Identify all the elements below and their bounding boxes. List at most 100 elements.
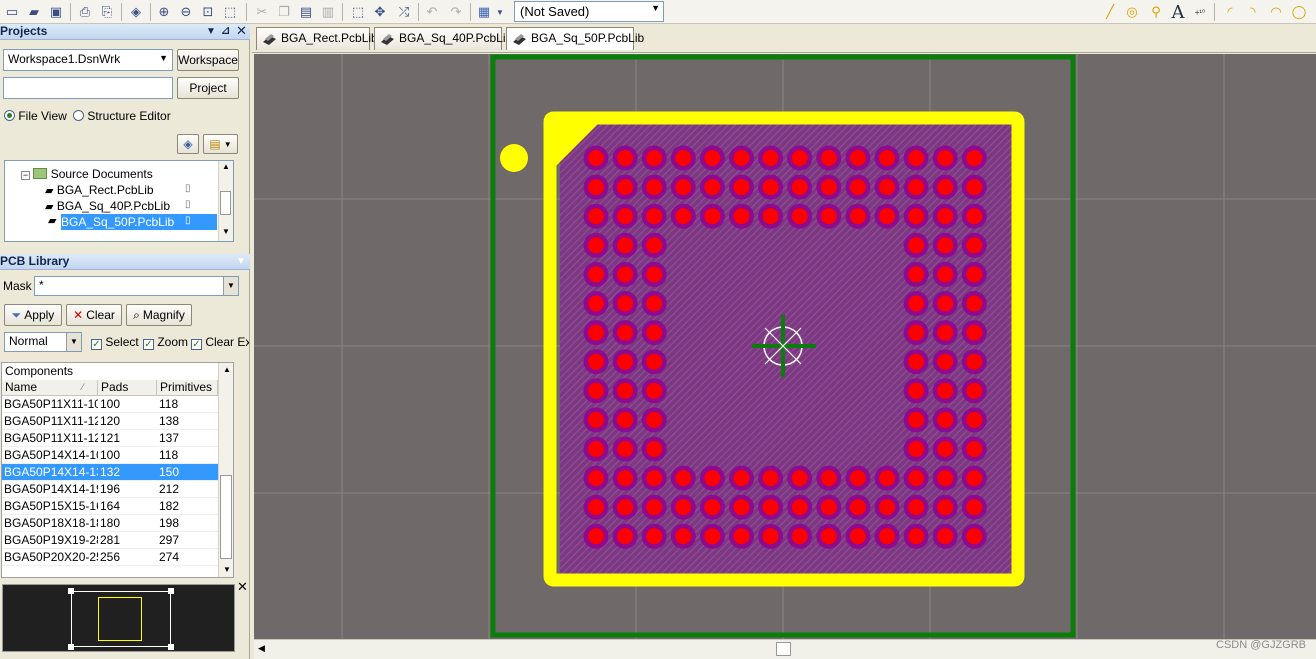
file-view-radio[interactable]: File View [4, 109, 67, 123]
zoom-out-icon[interactable]: ⊖ [176, 2, 196, 22]
panel-menu-icon[interactable]: ▼ [236, 254, 246, 269]
grid-icon[interactable]: ▦ [474, 2, 494, 22]
pads-cell: 100 [100, 448, 121, 462]
tree-file-item[interactable]: ▰ BGA_Sq_40P.PcbLib [45, 198, 195, 214]
tree-file-item[interactable]: ▰ BGA_Rect.PcbLib [45, 182, 195, 198]
pcb-editor-canvas[interactable] [254, 54, 1316, 639]
print-icon[interactable]: ⎙ [75, 2, 95, 22]
bga-pad-core [966, 528, 983, 545]
bga-pad-core [704, 528, 721, 545]
tab-bga-sq-40p[interactable]: BGA_Sq_40P.PcbLib [374, 27, 512, 50]
undo-icon[interactable]: ↶ [422, 2, 442, 22]
scroll-down-icon[interactable]: ▼ [223, 565, 231, 574]
tree-file-item-selected[interactable]: BGA_Sq_50P.PcbLib [61, 214, 217, 230]
open-folder-icon[interactable]: ▰ [24, 2, 44, 22]
close-icon[interactable]: ✕ [236, 23, 247, 38]
apply-button[interactable]: ⏷ Apply [4, 304, 62, 326]
minimap-handle[interactable] [68, 588, 74, 594]
zoom-in-icon[interactable]: ⊕ [154, 2, 174, 22]
scroll-left-icon[interactable]: ◀ [258, 643, 265, 654]
panel-menu-icon[interactable]: ▼ [206, 24, 216, 39]
component-row[interactable]: BGA50P11X11-120 120 138 [2, 413, 218, 430]
scroll-up-icon[interactable]: ▲ [222, 162, 230, 171]
component-row[interactable]: BGA50P11X11-100 100 118 [2, 396, 218, 413]
print-preview-icon[interactable]: ⎘ [97, 2, 117, 22]
bga-pad-core [820, 179, 837, 196]
arc-edge-icon[interactable]: ◝ [1243, 2, 1263, 22]
zoom-checkbox[interactable]: ✓ Zoom [143, 335, 188, 350]
configuration-dropdown[interactable]: (Not Saved) ▼ [514, 1, 664, 22]
component-row[interactable]: BGA50P15X15-164164 182 [2, 498, 218, 515]
structure-editor-radio[interactable]: Structure Editor [73, 109, 171, 123]
board-minimap[interactable] [2, 584, 235, 652]
column-header-pads[interactable]: Pads [98, 380, 157, 396]
tree-scrollbar[interactable]: ▲ ▼ [218, 161, 233, 241]
scroll-thumb[interactable] [776, 642, 791, 656]
grid-dropdown-icon[interactable]: ▼ [494, 2, 506, 22]
place-via-icon[interactable]: ⚲ [1146, 2, 1166, 22]
radio-off-icon [73, 110, 84, 121]
workspace-button[interactable]: Workspace [177, 49, 239, 71]
zoom-area-icon[interactable]: ⬚ [220, 2, 240, 22]
new-document-icon[interactable]: ▭ [2, 2, 22, 22]
full-circle-icon[interactable]: ◯ [1289, 2, 1309, 22]
deselect-icon[interactable]: ⤮ [394, 2, 414, 22]
component-row[interactable]: BGA50P19X19-281281 297 [2, 532, 218, 549]
minimap-handle[interactable] [168, 644, 174, 650]
layers-icon[interactable]: ◈ [126, 2, 146, 22]
component-row[interactable]: BGA50P20X20-256256 274 [2, 549, 218, 566]
paste-icon[interactable]: ▤ [296, 2, 316, 22]
chevron-down-icon[interactable]: ▼ [223, 277, 238, 295]
arc-center-icon[interactable]: ◜ [1220, 2, 1240, 22]
rubber-stamp-icon[interactable]: ▥ [318, 2, 338, 22]
redo-icon[interactable]: ↷ [446, 2, 466, 22]
select-checkbox[interactable]: ✓ Select [91, 335, 139, 350]
scroll-thumb[interactable] [220, 475, 232, 559]
tab-bga-rect[interactable]: BGA_Rect.PcbLib [256, 27, 378, 50]
save-icon[interactable]: ▣ [46, 2, 66, 22]
column-header-primitives[interactable]: Primitives [157, 380, 218, 396]
primitives-cell: 297 [159, 533, 180, 547]
select-area-icon[interactable]: ⬚ [348, 2, 368, 22]
project-field[interactable] [3, 77, 173, 99]
close-icon[interactable]: ✕ [237, 579, 248, 595]
scroll-down-icon[interactable]: ▼ [222, 227, 230, 236]
place-string-icon[interactable]: A [1168, 2, 1188, 23]
scroll-up-icon[interactable]: ▲ [223, 365, 231, 374]
minimap-handle[interactable] [68, 644, 74, 650]
copy-icon[interactable]: ❐ [274, 2, 294, 22]
mode-select[interactable]: Normal ▼ [4, 332, 82, 352]
horizontal-scrollbar[interactable]: ◀ [254, 639, 1316, 659]
mask-input[interactable]: * ▼ [34, 276, 239, 296]
collapse-icon[interactable]: − [21, 171, 30, 180]
place-line-icon[interactable]: ╱ [1100, 2, 1120, 22]
component-row-selected[interactable]: BGA50P14X14-132132 150 [2, 464, 218, 481]
bga-pad-core [646, 353, 663, 370]
arc-any-icon[interactable]: ◠ [1266, 2, 1286, 22]
components-scrollbar[interactable]: ▲ ▼ [218, 363, 233, 577]
clear-button[interactable]: ✕ Clear [66, 304, 122, 326]
cut-icon[interactable]: ✂ [252, 2, 272, 22]
scroll-thumb[interactable] [220, 191, 231, 215]
place-coordinate-icon[interactable]: +¹⁰ [1190, 2, 1210, 22]
compile-button[interactable]: ◈ [177, 134, 199, 154]
minimap-handle[interactable] [168, 588, 174, 594]
component-row[interactable]: BGA50P11X11-121 121 137 [2, 430, 218, 447]
zoom-fit-icon[interactable]: ⊡ [198, 2, 218, 22]
bga-pad-core [879, 470, 895, 487]
project-options-button[interactable]: ▤ ▼ [203, 134, 238, 154]
bga-pad-core [966, 470, 983, 487]
project-button[interactable]: Project [177, 77, 239, 99]
workspace-select[interactable]: Workspace1.DsnWrk ▼ [3, 49, 173, 71]
move-icon[interactable]: ✥ [370, 2, 390, 22]
tree-folder-source-documents[interactable]: − Source Documents [21, 166, 153, 182]
column-header-name[interactable]: Name ⁄ [2, 380, 98, 396]
magnify-button[interactable]: ⌕ Magnify [126, 304, 192, 326]
component-row[interactable]: BGA50P18X18-180180 198 [2, 515, 218, 532]
component-row[interactable]: BGA50P14X14-100100 118 [2, 447, 218, 464]
tab-bga-sq-50p-active[interactable]: BGA_Sq_50P.PcbLib [506, 27, 644, 50]
clear-existing-checkbox[interactable]: ✓ Clear Exi: [191, 335, 249, 350]
place-pad-icon[interactable]: ◎ [1122, 2, 1142, 22]
pin-icon[interactable]: ⊿ [221, 24, 230, 39]
component-row[interactable]: BGA50P14X14-196196 212 [2, 481, 218, 498]
